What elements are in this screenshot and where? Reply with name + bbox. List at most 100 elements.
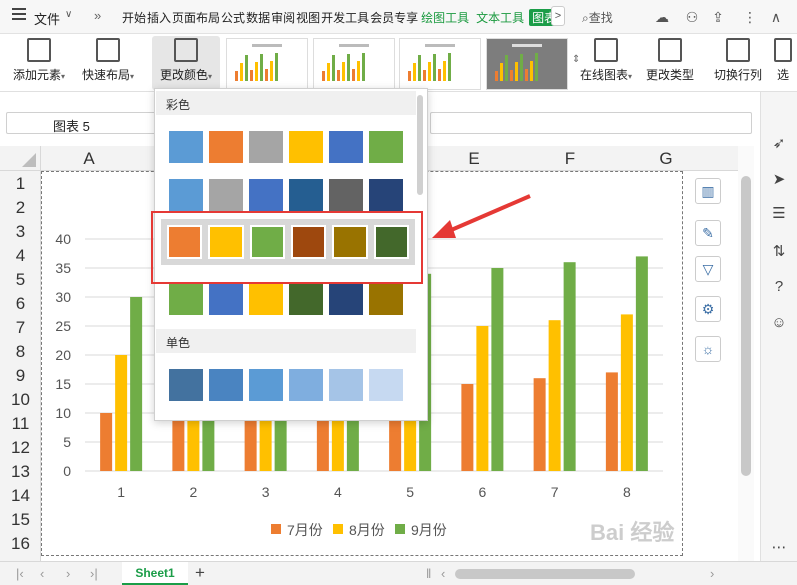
tab-member[interactable]: 会员专享	[370, 9, 418, 26]
column-header[interactable]: G	[656, 149, 676, 169]
scroll-right-icon[interactable]: ›	[710, 566, 714, 581]
scrollbar-thumb[interactable]	[741, 176, 751, 476]
row-header[interactable]: 13	[0, 462, 41, 482]
more-tabs-icon[interactable]: »	[94, 8, 101, 23]
tab-insert[interactable]: 插入	[147, 9, 171, 26]
row-header[interactable]: 2	[0, 198, 41, 218]
help-icon[interactable]: ?	[769, 278, 789, 298]
share-user-icon[interactable]: ⚇	[682, 7, 702, 27]
menu-icon[interactable]	[12, 8, 26, 22]
chart-style-4[interactable]	[486, 38, 568, 90]
file-menu[interactable]: 文件	[34, 9, 60, 28]
vertical-scrollbar[interactable]	[738, 146, 754, 561]
tab-developer[interactable]: 开发工具	[321, 9, 369, 26]
search-button[interactable]: ⌕查找	[582, 9, 613, 26]
scroll-left-icon[interactable]: ‹	[441, 566, 445, 581]
row-header[interactable]: 11	[0, 414, 41, 434]
tab-data[interactable]: 数据	[246, 9, 270, 26]
row-header[interactable]: 16	[0, 534, 41, 554]
row-header[interactable]: 8	[0, 342, 41, 362]
menu-bar: 文件 ∨ » 开始 插入 页面布局 公式 数据 审阅 视图 开发工具 会员专享 …	[0, 0, 797, 34]
change-color-button[interactable]: 更改颜色▾	[152, 36, 220, 90]
chevron-down-icon[interactable]: ∨	[65, 9, 72, 20]
name-box[interactable]: 图表 5	[6, 112, 158, 134]
chart-elements-icon[interactable]: ▥	[695, 178, 721, 204]
column-header[interactable]: A	[79, 149, 99, 169]
chart-style-brush-icon[interactable]: ✎	[695, 220, 721, 246]
rocket-icon[interactable]: ➶	[769, 134, 789, 154]
switch-row-col-icon	[726, 38, 750, 62]
color-swatch	[169, 179, 203, 211]
tab-view[interactable]: 视图	[296, 9, 320, 26]
collapse-icon[interactable]: ∧	[766, 7, 786, 27]
color-scheme-row[interactable]	[169, 369, 403, 401]
row-header[interactable]: 3	[0, 222, 41, 242]
more-options-icon[interactable]: ⋯	[769, 538, 789, 558]
tab-formulas[interactable]: 公式	[221, 9, 245, 26]
row-header[interactable]: 9	[0, 366, 41, 386]
change-type-button[interactable]: 更改类型	[644, 38, 696, 83]
color-swatch	[289, 283, 323, 315]
chart-settings-icon[interactable]: ⚙	[695, 296, 721, 322]
row-header[interactable]: 1	[0, 174, 41, 194]
color-swatch	[209, 369, 243, 401]
chart-style-1[interactable]	[226, 38, 308, 90]
dropdown-scrollbar[interactable]	[417, 95, 423, 195]
add-sheet-icon[interactable]: +	[195, 563, 205, 583]
color-scheme-row[interactable]	[169, 179, 403, 211]
chevron-right-icon[interactable]: >	[551, 6, 565, 26]
prev-sheet-icon[interactable]: ‹	[40, 566, 44, 581]
formula-bar[interactable]	[430, 112, 752, 134]
color-swatch	[249, 369, 283, 401]
row-header[interactable]: 7	[0, 318, 41, 338]
section-monochrome: 单色	[156, 329, 416, 353]
transfer-icon[interactable]: ⇅	[769, 242, 789, 262]
row-header[interactable]: 14	[0, 486, 41, 506]
tab-drawing-tools[interactable]: 绘图工具	[421, 9, 469, 26]
horizontal-scrollbar-thumb[interactable]	[455, 569, 635, 579]
online-chart-button[interactable]: 在线图表▾	[576, 38, 636, 83]
tab-page-layout[interactable]: 页面布局	[172, 9, 220, 26]
sheet-tab[interactable]: Sheet1	[122, 562, 188, 585]
row-header[interactable]: 4	[0, 246, 41, 266]
color-scheme-row[interactable]	[169, 131, 403, 163]
cloud-icon[interactable]: ☁	[652, 7, 672, 27]
chart-style-2[interactable]	[313, 38, 395, 90]
color-swatch	[329, 369, 363, 401]
select-all-corner[interactable]	[0, 146, 41, 171]
column-header[interactable]: F	[560, 149, 580, 169]
row-header[interactable]: 10	[0, 390, 41, 410]
scroll-split-icon[interactable]: ‖	[426, 566, 431, 581]
first-sheet-icon[interactable]: |‹	[16, 566, 24, 581]
chart-tips-icon[interactable]: ☼	[695, 336, 721, 362]
share-icon[interactable]: ⇪	[708, 7, 728, 27]
chart-filter-icon[interactable]: ▽	[695, 256, 721, 282]
callout-arrow-icon	[432, 194, 531, 238]
color-swatch	[169, 369, 203, 401]
quick-layout-button[interactable]: 快速布局▾	[78, 38, 138, 83]
select-button[interactable]: 选	[772, 38, 794, 83]
color-swatch	[209, 283, 243, 315]
color-scheme-row[interactable]	[169, 283, 403, 315]
next-sheet-icon[interactable]: ›	[66, 566, 70, 581]
row-header[interactable]: 15	[0, 510, 41, 530]
robot-icon[interactable]: ☺	[769, 314, 789, 334]
sliders-icon[interactable]: ☰	[769, 204, 789, 224]
more-icon[interactable]: ⋮	[740, 7, 760, 27]
watermark-logo: Bai 经验	[590, 520, 675, 545]
switch-row-col-button[interactable]: 切换行列	[712, 38, 764, 83]
add-element-button[interactable]: 添加元素▾	[10, 38, 68, 83]
section-colorful: 彩色	[156, 91, 416, 115]
chart-style-3[interactable]	[399, 38, 481, 90]
color-swatch	[209, 131, 243, 163]
row-header[interactable]: 6	[0, 294, 41, 314]
cursor-icon[interactable]: ➤	[769, 170, 789, 190]
row-header[interactable]: 12	[0, 438, 41, 458]
tab-text-tools[interactable]: 文本工具	[476, 9, 524, 26]
row-header[interactable]: 5	[0, 270, 41, 290]
last-sheet-icon[interactable]: ›|	[90, 566, 98, 581]
column-header[interactable]: E	[464, 149, 484, 169]
tab-home[interactable]: 开始	[122, 9, 146, 26]
color-swatch	[369, 369, 403, 401]
tab-review[interactable]: 审阅	[271, 9, 295, 26]
